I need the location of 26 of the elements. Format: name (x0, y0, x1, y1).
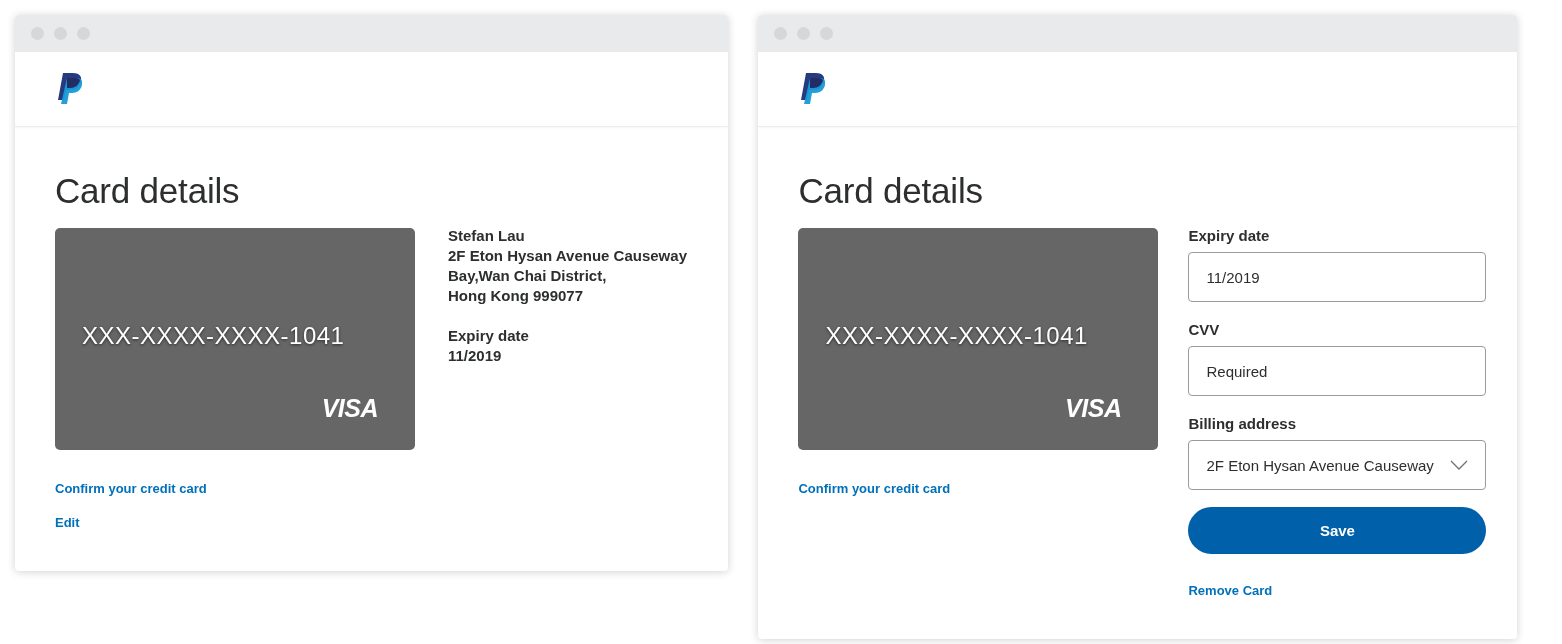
logo-icon (55, 73, 82, 105)
field-label: Billing address (1188, 414, 1296, 434)
field-label: CVV (1188, 320, 1220, 340)
remove-card-link[interactable]: Remove Card (1188, 582, 1273, 599)
save-button[interactable]: Save (1188, 507, 1487, 554)
page-heading: Card details (55, 171, 241, 211)
cardholder-name: Stefan Lau (448, 226, 526, 246)
address-line: 2F Eton Hysan Avenue Causeway (448, 246, 687, 266)
card-number: XXX-XXXX-XXXX-1041 (82, 322, 345, 350)
logo-icon (798, 73, 826, 105)
expiry-field[interactable]: 11/2019 (1188, 252, 1487, 302)
field-label: Expiry date (1188, 226, 1270, 246)
address-line: Hong Kong 999077 (448, 286, 585, 306)
card-number: XXX-XXXX-XXXX-1041 (825, 322, 1088, 350)
chevron-down-icon (1450, 460, 1469, 470)
address-dropdown[interactable]: 2F Eton Hysan Avenue Causeway (1188, 440, 1487, 490)
confirm-card-link[interactable]: Confirm your credit card (55, 480, 207, 497)
address-line: Bay,Wan Chai District, (448, 266, 608, 286)
cvv-field[interactable]: Required (1188, 346, 1487, 396)
card-brand: VISA (321, 396, 378, 420)
expiry-label: Expiry date (448, 326, 530, 346)
expiry-value: 11/2019 (448, 346, 503, 366)
confirm-card-link[interactable]: Confirm your credit card (798, 480, 951, 497)
edit-link[interactable]: Edit (55, 514, 80, 531)
card-brand: VISA (1065, 396, 1122, 420)
page-heading: Card details (798, 171, 984, 211)
